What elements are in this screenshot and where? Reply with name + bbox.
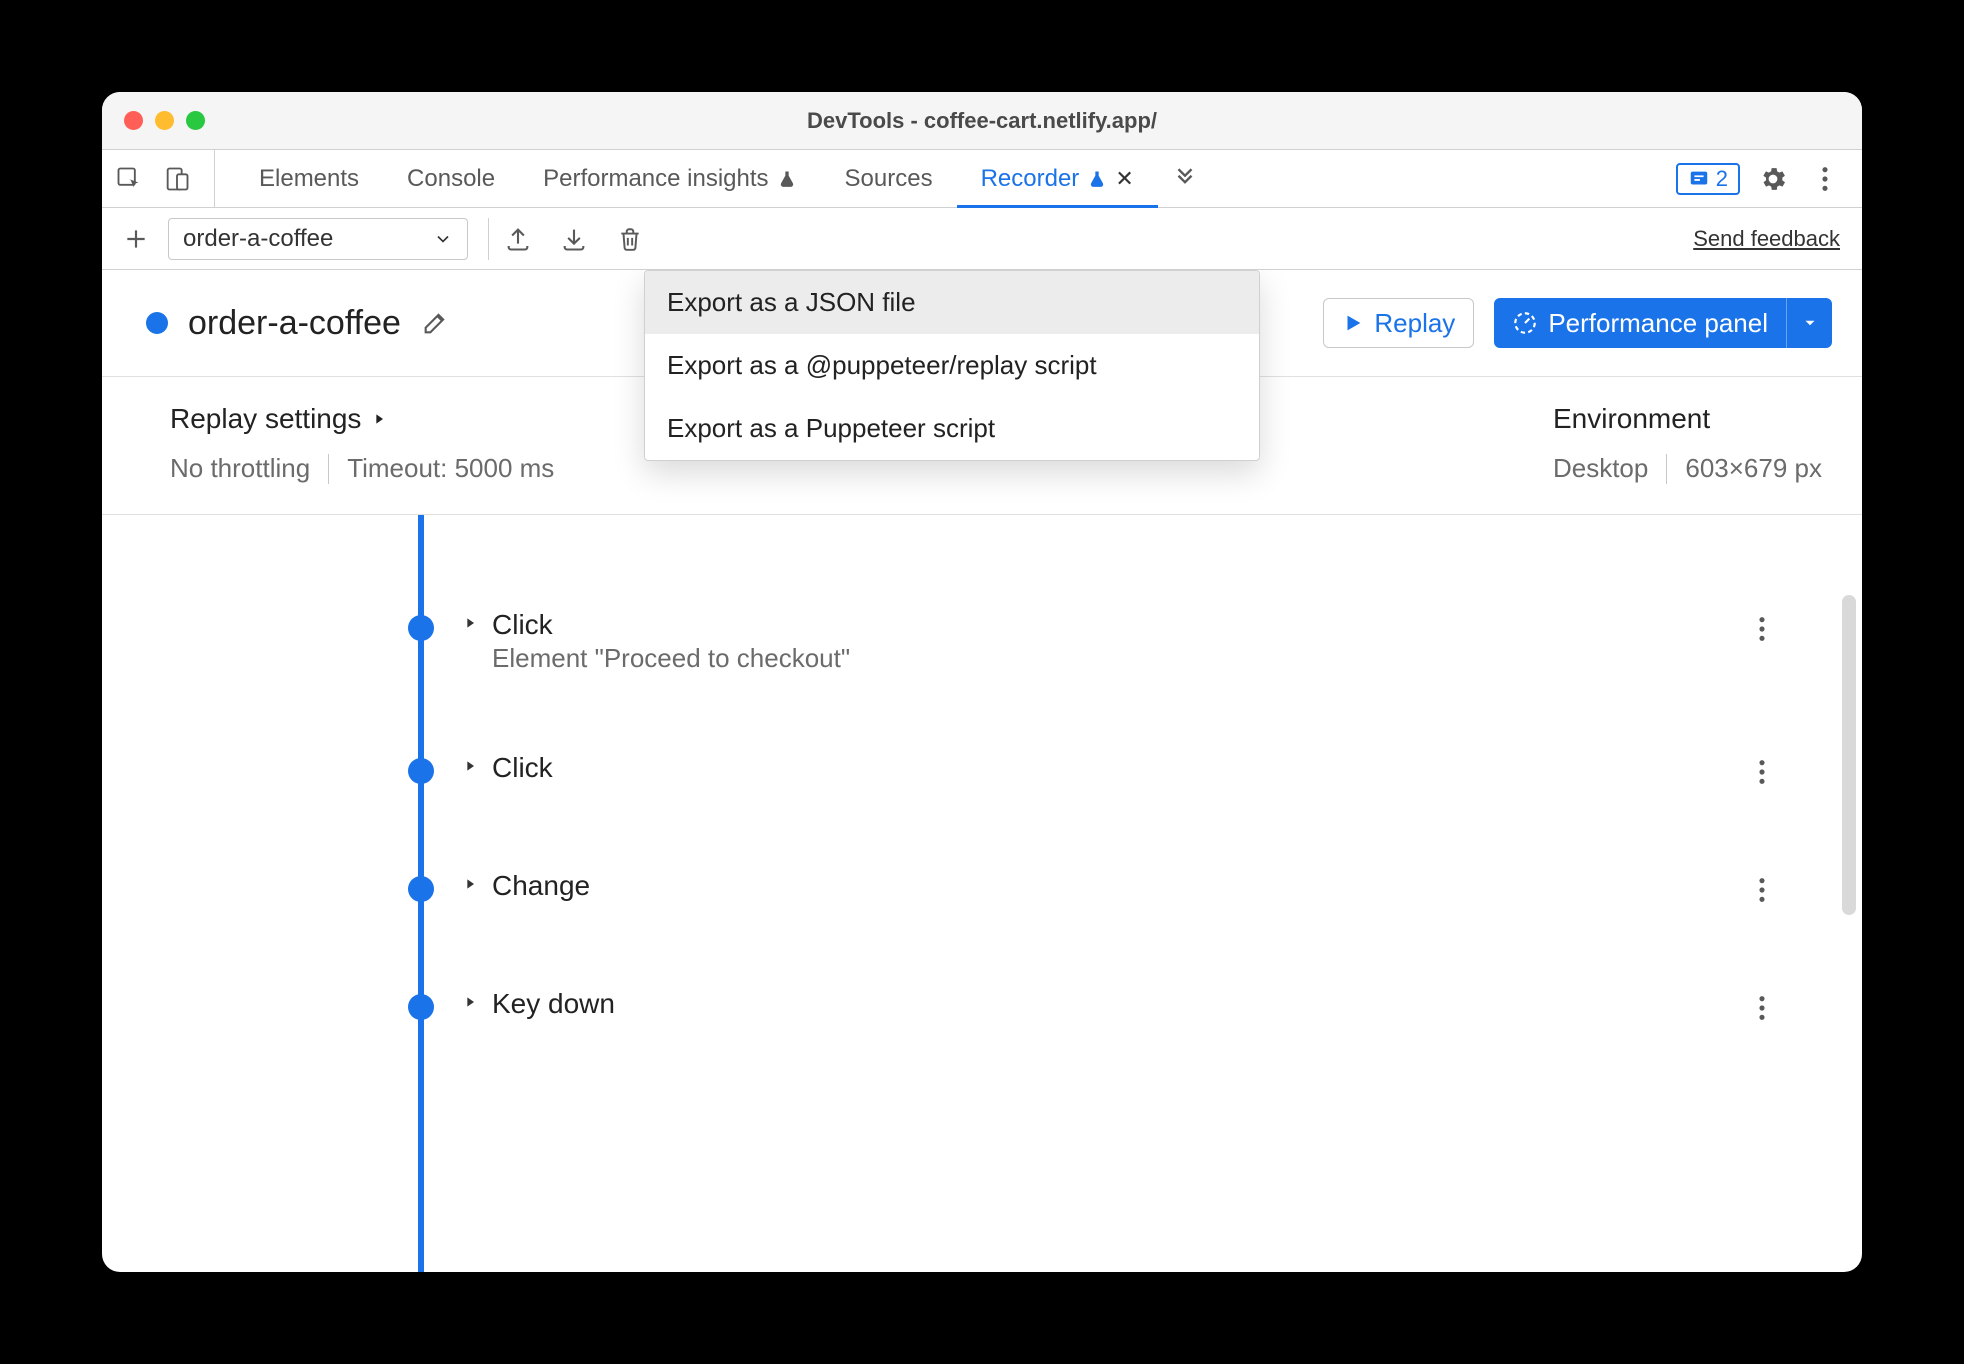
timeline-wrap: Click Element "Proceed to checkout" Clic… bbox=[102, 515, 1862, 1272]
timeline-step[interactable]: Click Element "Proceed to checkout" bbox=[102, 585, 1802, 698]
step-dot bbox=[408, 615, 434, 641]
scrollbar[interactable] bbox=[1842, 595, 1856, 915]
window-maximize[interactable] bbox=[186, 111, 205, 130]
environment-settings: Environment Desktop 603×679 px bbox=[1553, 403, 1822, 484]
export-button[interactable] bbox=[499, 220, 537, 258]
export-puppeteer-replay-item[interactable]: Export as a @puppeteer/replay script bbox=[645, 334, 1259, 397]
throttling-value: No throttling bbox=[170, 453, 310, 484]
timeline-step[interactable]: Change bbox=[102, 846, 1802, 934]
step-title: Click bbox=[492, 752, 1752, 784]
import-button[interactable] bbox=[555, 220, 593, 258]
tab-recorder[interactable]: Recorder ✕ bbox=[957, 150, 1158, 207]
tab-console[interactable]: Console bbox=[383, 150, 519, 207]
step-kebab-menu[interactable] bbox=[1752, 870, 1772, 910]
issues-badge[interactable]: 2 bbox=[1676, 163, 1740, 195]
close-tab-icon[interactable]: ✕ bbox=[1115, 166, 1133, 192]
step-kebab-menu[interactable] bbox=[1752, 988, 1772, 1028]
tab-label: Console bbox=[407, 165, 495, 193]
tab-label: Sources bbox=[845, 165, 933, 193]
recorder-main: Export as a JSON file Export as a @puppe… bbox=[102, 270, 1862, 1272]
caret-right-icon bbox=[371, 411, 387, 427]
performance-panel-label: Performance panel bbox=[1548, 308, 1768, 339]
toolbar-actions bbox=[488, 218, 649, 260]
replay-button[interactable]: Replay bbox=[1323, 298, 1474, 348]
more-tabs-icon[interactable] bbox=[1166, 160, 1204, 198]
issues-icon bbox=[1688, 168, 1710, 190]
chevron-down-icon bbox=[433, 229, 453, 249]
step-dot bbox=[408, 994, 434, 1020]
window-minimize[interactable] bbox=[155, 111, 174, 130]
recording-select-value: order-a-coffee bbox=[183, 225, 333, 253]
recorder-toolbar: order-a-coffee Send feedback bbox=[102, 208, 1862, 270]
delete-button[interactable] bbox=[611, 220, 649, 258]
settings-gear-icon[interactable] bbox=[1754, 160, 1792, 198]
step-title: Click bbox=[492, 609, 1752, 641]
tab-elements[interactable]: Elements bbox=[235, 150, 383, 207]
step-body: Change bbox=[492, 870, 1752, 902]
send-feedback-link[interactable]: Send feedback bbox=[1693, 226, 1848, 252]
issues-count: 2 bbox=[1716, 166, 1728, 192]
step-body: Click Element "Proceed to checkout" bbox=[492, 609, 1752, 674]
tab-label: Elements bbox=[259, 165, 359, 193]
caret-down-icon bbox=[1801, 314, 1819, 332]
step-title: Change bbox=[492, 870, 1752, 902]
step-kebab-menu[interactable] bbox=[1752, 609, 1772, 649]
performance-panel-button[interactable]: Performance panel bbox=[1494, 298, 1832, 348]
replay-label: Replay bbox=[1374, 308, 1455, 339]
flask-icon bbox=[777, 169, 797, 189]
devtools-tabbar: Elements Console Performance insights So… bbox=[102, 150, 1862, 208]
caret-right-icon bbox=[462, 994, 478, 1010]
kebab-menu-icon[interactable] bbox=[1806, 160, 1844, 198]
step-kebab-menu[interactable] bbox=[1752, 752, 1772, 792]
gauge-icon bbox=[1512, 310, 1538, 336]
inspect-element-icon[interactable] bbox=[110, 160, 148, 198]
divider bbox=[1666, 454, 1667, 484]
environment-heading: Environment bbox=[1553, 403, 1822, 435]
tab-performance-insights[interactable]: Performance insights bbox=[519, 150, 820, 207]
performance-panel-dropdown[interactable] bbox=[1786, 298, 1832, 348]
play-icon bbox=[1342, 312, 1364, 334]
caret-right-icon bbox=[462, 758, 478, 774]
window-title: DevTools - coffee-cart.netlify.app/ bbox=[102, 108, 1862, 134]
environment-device: Desktop bbox=[1553, 453, 1648, 484]
new-recording-button[interactable] bbox=[116, 219, 156, 259]
export-json-item[interactable]: Export as a JSON file bbox=[645, 271, 1259, 334]
flask-icon bbox=[1087, 169, 1107, 189]
timeout-value: Timeout: 5000 ms bbox=[347, 453, 554, 484]
tabbar-right: 2 bbox=[1676, 160, 1854, 198]
tab-label: Recorder bbox=[981, 165, 1080, 193]
devtools-window: DevTools - coffee-cart.netlify.app/ Elem… bbox=[102, 92, 1862, 1272]
performance-panel-main[interactable]: Performance panel bbox=[1494, 308, 1786, 339]
export-menu: Export as a JSON file Export as a @puppe… bbox=[644, 270, 1260, 461]
edit-recording-name-icon[interactable] bbox=[421, 309, 449, 337]
recording-title: order-a-coffee bbox=[188, 304, 401, 343]
divider bbox=[328, 454, 329, 484]
tabs: Elements Console Performance insights So… bbox=[215, 150, 1676, 207]
tabbar-left-icons bbox=[110, 150, 215, 207]
timeline-step[interactable]: Key down bbox=[102, 964, 1802, 1052]
titlebar: DevTools - coffee-cart.netlify.app/ bbox=[102, 92, 1862, 150]
recording-select[interactable]: order-a-coffee bbox=[168, 218, 468, 260]
tab-sources[interactable]: Sources bbox=[821, 150, 957, 207]
step-subtitle: Element "Proceed to checkout" bbox=[492, 643, 1752, 674]
step-body: Key down bbox=[492, 988, 1752, 1020]
step-body: Click bbox=[492, 752, 1752, 784]
environment-values: Desktop 603×679 px bbox=[1553, 453, 1822, 484]
replay-settings-heading: Replay settings bbox=[170, 403, 361, 435]
device-toolbar-icon[interactable] bbox=[158, 160, 196, 198]
recording-indicator-dot bbox=[146, 312, 168, 334]
export-puppeteer-item[interactable]: Export as a Puppeteer script bbox=[645, 397, 1259, 460]
step-dot bbox=[408, 758, 434, 784]
tab-label: Performance insights bbox=[543, 165, 768, 193]
environment-viewport: 603×679 px bbox=[1685, 453, 1822, 484]
timeline-step[interactable]: Click bbox=[102, 728, 1802, 816]
traffic-lights bbox=[102, 111, 205, 130]
window-close[interactable] bbox=[124, 111, 143, 130]
step-title: Key down bbox=[492, 988, 1752, 1020]
caret-right-icon bbox=[462, 876, 478, 892]
caret-right-icon bbox=[462, 615, 478, 631]
timeline: Click Element "Proceed to checkout" Clic… bbox=[102, 515, 1862, 1272]
step-dot bbox=[408, 876, 434, 902]
